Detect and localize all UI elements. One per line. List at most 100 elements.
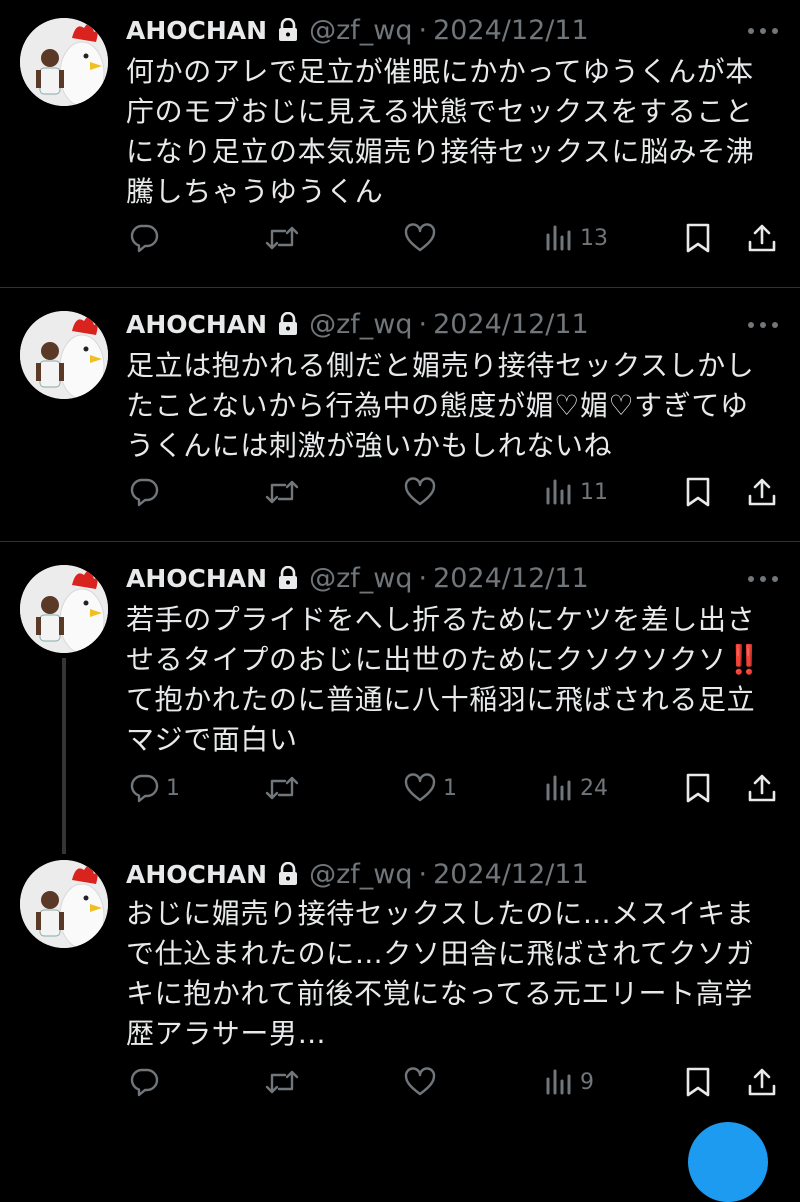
avatar[interactable]: [20, 565, 108, 653]
share-upload-icon: [746, 476, 778, 508]
avatar-image-icon: [20, 311, 108, 399]
retweet-arrows-icon: [264, 222, 300, 254]
compose-fab-button[interactable]: [688, 1122, 768, 1202]
bookmark-button[interactable]: [684, 222, 712, 254]
display-name[interactable]: AHOCHAN: [126, 310, 267, 339]
views-button[interactable]: 11: [544, 476, 608, 508]
display-name[interactable]: AHOCHAN: [126, 564, 267, 593]
speech-bubble-icon: [128, 222, 160, 254]
tweet-text-line: 歴アラサー男…: [126, 1017, 327, 1050]
tweet-date[interactable]: 2024/12/11: [433, 563, 589, 594]
retweet-button[interactable]: [264, 772, 300, 804]
bookmark-icon: [684, 476, 712, 508]
retweet-arrows-icon: [264, 1066, 300, 1098]
tweet-text: 若手のプライドをへし折るためにケツを差し出さ せるタイプのおじに出世のためにクソ…: [126, 600, 776, 760]
tweet-actions: 13: [0, 222, 800, 262]
more-dots-icon[interactable]: [748, 26, 778, 36]
separator-dot: ·: [418, 14, 428, 46]
share-button[interactable]: [746, 222, 778, 254]
reply-count: 1: [166, 775, 180, 801]
tweet-1[interactable]: AHOCHAN @zf_wq · 2024/12/11 何かのアレで足立が催眠に…: [0, 0, 800, 287]
lock-icon: [277, 312, 299, 336]
share-button[interactable]: [746, 772, 778, 804]
tweet-text-line: 何かのアレで足立が催眠にかかってゆうくんが本: [126, 55, 754, 88]
tweet-actions: 1 1 24: [0, 772, 800, 812]
tweet-date[interactable]: 2024/12/11: [433, 859, 589, 890]
like-button[interactable]: [403, 222, 443, 254]
lock-icon: [277, 862, 299, 886]
tweet-actions: 9: [0, 1066, 800, 1106]
view-count: 13: [580, 225, 608, 251]
bookmark-button[interactable]: [684, 476, 712, 508]
user-handle[interactable]: @zf_wq: [309, 859, 412, 890]
tweet-header: AHOCHAN @zf_wq · 2024/12/11: [126, 560, 589, 596]
like-button[interactable]: 1: [403, 772, 457, 804]
more-dots-icon[interactable]: [748, 320, 778, 330]
view-count: 9: [580, 1069, 594, 1095]
speech-bubble-icon: [128, 1066, 160, 1098]
retweet-button[interactable]: [264, 222, 300, 254]
user-handle[interactable]: @zf_wq: [309, 309, 412, 340]
separator-dot: ·: [418, 858, 428, 890]
like-button[interactable]: [403, 1066, 443, 1098]
avatar[interactable]: [20, 18, 108, 106]
tweet-text-line: たことないから行為中の態度が媚♡媚♡すぎてゆ: [126, 389, 749, 422]
share-upload-icon: [746, 772, 778, 804]
avatar[interactable]: [20, 860, 108, 948]
avatar[interactable]: [20, 311, 108, 399]
bookmark-icon: [684, 1066, 712, 1098]
bookmark-button[interactable]: [684, 1066, 712, 1098]
reply-button[interactable]: [128, 476, 166, 508]
avatar-image-icon: [20, 860, 108, 948]
tweet-header: AHOCHAN @zf_wq · 2024/12/11: [126, 12, 589, 48]
more-dots-icon[interactable]: [748, 574, 778, 584]
tweet-text-line: せるタイプのおじに出世のためにクソクソクソ‼️: [126, 640, 776, 680]
display-name[interactable]: AHOCHAN: [126, 16, 267, 45]
retweet-button[interactable]: [264, 476, 300, 508]
tweet-text: 足立は抱かれる側だと媚売り接待セックスしかし たことないから行為中の態度が媚♡媚…: [126, 346, 776, 466]
avatar-image-icon: [20, 565, 108, 653]
user-handle[interactable]: @zf_wq: [309, 563, 412, 594]
bar-chart-icon: [544, 476, 574, 508]
tweet-text-line: 騰しちゃうゆうくん: [126, 175, 384, 208]
user-handle[interactable]: @zf_wq: [309, 15, 412, 46]
bookmark-icon: [684, 222, 712, 254]
bar-chart-icon: [544, 772, 574, 804]
tweet-text-line: になり足立の本気媚売り接待セックスに脳みそ沸: [126, 135, 755, 168]
tweet-text-line: うくんには刺激が強いかもしれないね: [126, 429, 613, 462]
tweet-date[interactable]: 2024/12/11: [433, 15, 589, 46]
share-upload-icon: [746, 222, 778, 254]
tweet-text: おじに媚売り接待セックスしたのに…メスイキま で仕込まれたのに…クソ田舎に飛ばさ…: [126, 894, 776, 1054]
lock-icon: [277, 18, 299, 42]
views-button[interactable]: 24: [544, 772, 608, 804]
heart-icon: [403, 772, 437, 804]
lock-icon: [277, 566, 299, 590]
share-button[interactable]: [746, 1066, 778, 1098]
like-button[interactable]: [403, 476, 443, 508]
retweet-arrows-icon: [264, 772, 300, 804]
views-button[interactable]: 13: [544, 222, 608, 254]
speech-bubble-icon: [128, 772, 160, 804]
tweet-text-line: 庁のモブおじに見える状態でセックスをすること: [126, 95, 754, 128]
speech-bubble-icon: [128, 476, 160, 508]
bar-chart-icon: [544, 222, 574, 254]
reply-button[interactable]: 1: [128, 772, 180, 804]
display-name[interactable]: AHOCHAN: [126, 860, 267, 889]
bookmark-button[interactable]: [684, 772, 712, 804]
views-button[interactable]: 9: [544, 1066, 594, 1098]
share-button[interactable]: [746, 476, 778, 508]
view-count: 24: [580, 775, 608, 801]
retweet-button[interactable]: [264, 1066, 300, 1098]
reply-button[interactable]: [128, 1066, 166, 1098]
tweet-2[interactable]: AHOCHAN @zf_wq · 2024/12/11 足立は抱かれる側だと媚売…: [0, 288, 800, 541]
tweet-text-line: マジで面白い: [126, 723, 298, 756]
tweet-date[interactable]: 2024/12/11: [433, 309, 589, 340]
reply-button[interactable]: [128, 222, 166, 254]
tweet-text-line: キに抱かれて前後不覚になってる元エリート高学: [126, 977, 753, 1010]
share-upload-icon: [746, 1066, 778, 1098]
view-count: 11: [580, 479, 608, 505]
tweet-3[interactable]: AHOCHAN @zf_wq · 2024/12/11 若手のプライドをへし折る…: [0, 542, 800, 842]
tweet-text-line: 若手のプライドをへし折るためにケツを差し出さ: [126, 603, 756, 636]
tweet-4[interactable]: AHOCHAN @zf_wq · 2024/12/11 おじに媚売り接待セックス…: [0, 842, 800, 1134]
avatar-image-icon: [20, 18, 108, 106]
